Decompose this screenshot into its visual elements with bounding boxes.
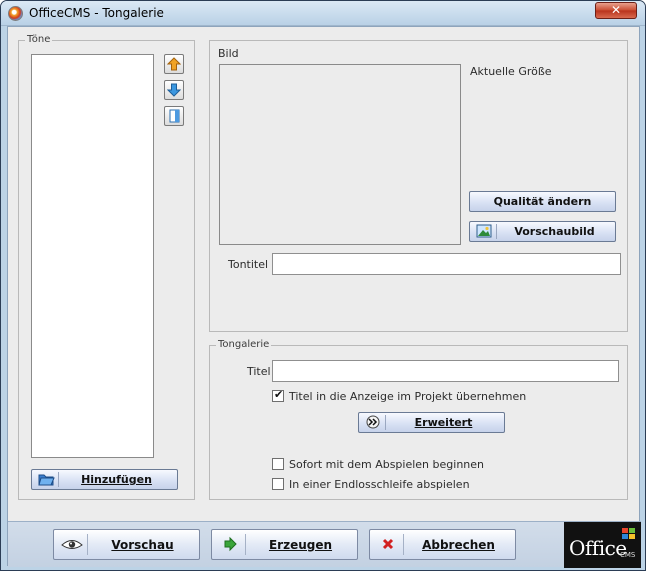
preview-button[interactable]: Vorschau (53, 529, 200, 560)
change-quality-label: Qualität ändern (493, 195, 592, 208)
footer-bar: Vorschau Erzeugen Abbrechen Office CMS (8, 521, 641, 568)
logo-text: Office (569, 536, 627, 560)
tongalerie-group-label: Tongalerie (216, 339, 272, 350)
eye-icon (58, 534, 88, 555)
title-bar[interactable]: OfficeCMS - Tongalerie ✕ (1, 1, 645, 26)
create-button-label: Erzeugen (268, 538, 333, 552)
cancel-button-label: Abbrechen (422, 538, 495, 552)
arrow-up-icon (167, 57, 181, 71)
preview-image-button[interactable]: Vorschaubild (469, 221, 616, 242)
title-in-display-checkbox[interactable] (272, 388, 284, 402)
app-window: OfficeCMS - Tongalerie ✕ Töne Hinzufügen… (0, 0, 646, 571)
double-chevron-icon (362, 415, 386, 430)
add-button[interactable]: Hinzufügen (31, 469, 178, 490)
arrow-down-icon (167, 83, 181, 97)
add-button-label: Hinzufügen (81, 473, 152, 486)
autoplay-label: Sofort mit dem Abspielen beginnen (289, 458, 484, 471)
bild-group: Bild Aktuelle Größe Qualität ändern Vors… (209, 40, 628, 332)
current-size-label: Aktuelle Größe (470, 65, 552, 78)
preview-image-label: Vorschaubild (514, 225, 595, 238)
titel-label: Titel (247, 365, 271, 378)
folder-open-icon (35, 472, 59, 487)
cancel-button[interactable]: Abbrechen (369, 529, 516, 560)
properties-button[interactable] (164, 106, 184, 126)
image-preview-area[interactable] (219, 64, 461, 245)
page-icon (169, 109, 180, 123)
tongalerie-group: Tongalerie Titel Titel in die Anzeige im… (209, 339, 628, 500)
erweitert-button[interactable]: Erweitert (358, 412, 505, 433)
create-button[interactable]: Erzeugen (211, 529, 358, 560)
red-x-icon (374, 534, 404, 555)
loop-label: In einer Endlosschleife abspielen (289, 478, 470, 491)
titel-input[interactable] (272, 360, 619, 382)
close-button[interactable]: ✕ (595, 2, 637, 19)
toene-list[interactable] (31, 54, 154, 458)
preview-button-label: Vorschau (111, 538, 174, 552)
change-quality-button[interactable]: Qualität ändern (469, 191, 616, 212)
loop-checkbox[interactable] (272, 478, 284, 490)
toene-group: Töne Hinzufügen (18, 34, 195, 500)
dialog-body: Töne Hinzufügen Bild Aktuelle Größe Qual… (7, 26, 641, 568)
tontitel-input[interactable] (272, 253, 621, 275)
toene-group-label: Töne (25, 34, 53, 45)
tontitel-label: Tontitel (228, 258, 269, 271)
bild-label: Bild (218, 47, 239, 60)
app-icon (8, 6, 23, 21)
image-icon (473, 224, 497, 239)
green-arrow-icon (216, 534, 246, 555)
window-title: OfficeCMS - Tongalerie (29, 6, 164, 20)
move-down-button[interactable] (164, 80, 184, 100)
erweitert-label: Erweitert (414, 416, 473, 429)
title-in-display-label: Titel in die Anzeige im Projekt übernehm… (289, 390, 527, 403)
officecms-logo: Office CMS (564, 522, 641, 568)
logo-subtext: CMS (620, 551, 636, 559)
autoplay-checkbox[interactable] (272, 458, 284, 470)
move-up-button[interactable] (164, 54, 184, 74)
